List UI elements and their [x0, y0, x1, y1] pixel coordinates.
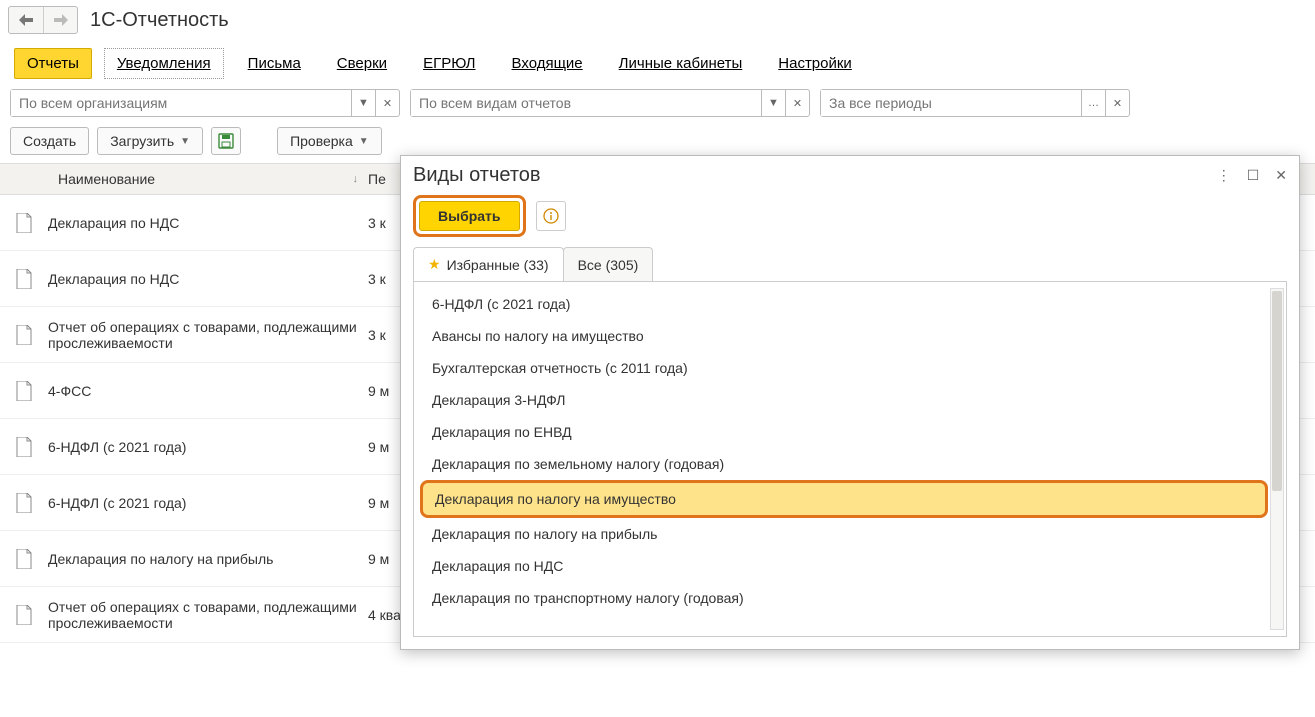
- tab-settings[interactable]: Настройки: [766, 49, 864, 78]
- period-more-button[interactable]: …: [1081, 90, 1105, 116]
- list-item[interactable]: Декларация по земельному налогу (годовая…: [420, 448, 1268, 480]
- dialog-list[interactable]: 6-НДФЛ (с 2021 года) Авансы по налогу на…: [420, 288, 1268, 630]
- scroll-thumb[interactable]: [1272, 291, 1282, 491]
- load-button[interactable]: Загрузить▼: [97, 127, 203, 155]
- filter-report-type: ▼ ✕: [410, 89, 810, 117]
- dialog-header: Виды отчетов ⋮ ☐ ✕: [401, 156, 1299, 195]
- main-tabs: Отчеты Уведомления Письма Сверки ЕГРЮЛ В…: [0, 40, 1315, 89]
- dialog-menu-button[interactable]: ⋮: [1217, 167, 1231, 184]
- chevron-down-icon: ▼: [180, 136, 190, 147]
- tab-all[interactable]: Все (305): [563, 247, 654, 281]
- tab-favorites[interactable]: ★ Избранные (33): [413, 247, 564, 281]
- report-type-clear-button[interactable]: ✕: [785, 90, 809, 116]
- organization-input[interactable]: [11, 90, 351, 116]
- info-button[interactable]: [536, 201, 566, 231]
- dialog-close-button[interactable]: ✕: [1275, 167, 1287, 184]
- arrow-right-icon: [54, 14, 68, 26]
- document-icon: [15, 269, 33, 289]
- document-icon: [15, 549, 33, 569]
- check-button[interactable]: Проверка▼: [277, 127, 382, 155]
- save-disk-button[interactable]: [211, 127, 241, 155]
- arrow-left-icon: [19, 14, 33, 26]
- dialog-list-container: 6-НДФЛ (с 2021 года) Авансы по налогу на…: [413, 281, 1287, 637]
- star-icon: ★: [428, 256, 441, 273]
- filters-row: ▼ ✕ ▼ ✕ … ✕: [0, 89, 1315, 127]
- header-bar: 1С-Отчетность: [0, 0, 1315, 40]
- list-item[interactable]: Бухгалтерская отчетность (с 2011 года): [420, 352, 1268, 384]
- list-item[interactable]: 6-НДФЛ (с 2021 года): [420, 288, 1268, 320]
- list-item[interactable]: Декларация по транспортному налогу (годо…: [420, 582, 1268, 614]
- sort-arrow-icon: ↓: [353, 173, 359, 185]
- chevron-down-icon: ▼: [359, 136, 369, 147]
- forward-button[interactable]: [43, 7, 77, 33]
- column-name-header[interactable]: Наименование ↓: [48, 171, 368, 187]
- document-icon: [15, 493, 33, 513]
- nav-buttons: [8, 6, 78, 34]
- document-icon: [15, 605, 33, 625]
- back-button[interactable]: [9, 7, 43, 33]
- period-clear-button[interactable]: ✕: [1105, 90, 1129, 116]
- document-icon: [15, 437, 33, 457]
- tab-letters[interactable]: Письма: [236, 49, 313, 78]
- list-item[interactable]: Декларация по ЕНВД: [420, 416, 1268, 448]
- create-button[interactable]: Создать: [10, 127, 89, 155]
- list-item[interactable]: Авансы по налогу на имущество: [420, 320, 1268, 352]
- select-button-highlight: Выбрать: [413, 195, 526, 237]
- list-item[interactable]: Декларация по налогу на прибыль: [420, 518, 1268, 550]
- list-item-selected[interactable]: Декларация по налогу на имущество: [420, 480, 1268, 518]
- tab-reconciliations[interactable]: Сверки: [325, 49, 399, 78]
- info-icon: [543, 208, 559, 224]
- document-icon: [15, 381, 33, 401]
- document-icon: [15, 325, 33, 345]
- dialog-maximize-button[interactable]: ☐: [1247, 167, 1260, 184]
- dialog-toolbar: Выбрать: [401, 195, 1299, 247]
- tab-notifications[interactable]: Уведомления: [104, 48, 224, 79]
- report-type-input[interactable]: [411, 90, 761, 116]
- list-item[interactable]: Декларация по НДС: [420, 550, 1268, 582]
- tab-incoming[interactable]: Входящие: [500, 49, 595, 78]
- select-button[interactable]: Выбрать: [419, 201, 520, 231]
- filter-organization: ▼ ✕: [10, 89, 400, 117]
- report-types-dialog: Виды отчетов ⋮ ☐ ✕ Выбрать ★ Избранные (…: [400, 155, 1300, 650]
- document-icon: [15, 213, 33, 233]
- tab-reports[interactable]: Отчеты: [14, 48, 92, 79]
- page-title: 1С-Отчетность: [90, 9, 229, 32]
- report-type-dropdown-button[interactable]: ▼: [761, 90, 785, 116]
- tab-personal-accounts[interactable]: Личные кабинеты: [607, 49, 755, 78]
- disk-icon: [218, 133, 234, 149]
- tab-egrul[interactable]: ЕГРЮЛ: [411, 49, 487, 78]
- filter-period: … ✕: [820, 89, 1130, 117]
- dialog-tabs: ★ Избранные (33) Все (305): [401, 247, 1299, 281]
- organization-clear-button[interactable]: ✕: [375, 90, 399, 116]
- dialog-title: Виды отчетов: [413, 164, 541, 187]
- period-input[interactable]: [821, 90, 1081, 116]
- scrollbar[interactable]: [1270, 288, 1284, 630]
- list-item[interactable]: Декларация 3-НДФЛ: [420, 384, 1268, 416]
- organization-dropdown-button[interactable]: ▼: [351, 90, 375, 116]
